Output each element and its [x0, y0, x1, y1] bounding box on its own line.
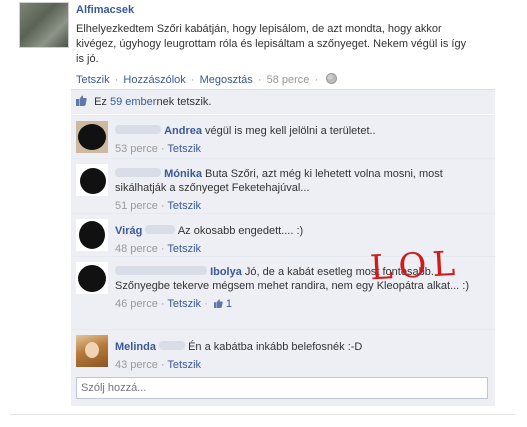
comment-author-link[interactable]: Virág: [115, 225, 142, 237]
comment-like-count[interactable]: 1: [226, 298, 232, 310]
comment-text: végül is meg kell jelölni a területet..: [205, 125, 376, 137]
comment-like-link[interactable]: Tetszik: [167, 359, 201, 371]
separator-dot: ·: [314, 74, 319, 86]
comment-meta: 43 perce · Tetszik: [115, 359, 202, 371]
post-like-link[interactable]: Tetszik: [76, 74, 110, 86]
comment-text: Én a kabátba inkább belefosnék :-D: [188, 341, 363, 353]
comment-input[interactable]: [77, 378, 485, 398]
comment-item: Mónika Buta Szőri, azt még ki lehetett v…: [71, 158, 495, 213]
comment-body: Mónika Buta Szőri, azt még ki lehetett v…: [115, 167, 485, 213]
separator-dot: ·: [114, 74, 119, 86]
comment-author-link[interactable]: Melinda: [115, 341, 156, 353]
comment-body: Melinda Én a kabátba inkább belefosnék :…: [115, 340, 485, 372]
likes-suffix: nek tetszik.: [156, 96, 212, 108]
comment-avatar[interactable]: [76, 262, 108, 294]
comment-avatar[interactable]: [76, 121, 108, 153]
likes-prefix: Ez: [94, 96, 107, 108]
reply-box: [76, 377, 488, 399]
globe-icon[interactable]: [326, 73, 338, 84]
comment-author-link[interactable]: Andrea: [164, 125, 202, 137]
comment-timestamp[interactable]: 43 perce: [115, 359, 158, 371]
post-actions: Tetszik · Hozzászólok · Megosztás · 58 p…: [76, 73, 476, 86]
post-body: Alfimacsek Elhelyezkedtem Szőri kabátján…: [76, 4, 476, 86]
bottom-divider: [10, 414, 515, 415]
comment-meta: 46 perce · Tetszik · 1: [115, 298, 232, 310]
comment-avatar[interactable]: [76, 219, 108, 251]
handwritten-annotation: LOL: [369, 243, 463, 289]
comment-meta: 53 perce · Tetszik: [115, 143, 202, 155]
comment-item: Andrea végül is meg kell jelölni a terül…: [71, 115, 495, 158]
post-timestamp[interactable]: 58 perce: [267, 74, 310, 86]
comment-timestamp[interactable]: 51 perce: [115, 200, 158, 212]
comment-body: Andrea végül is meg kell jelölni a terül…: [115, 124, 485, 156]
comment-meta: 51 perce · Tetszik: [115, 200, 202, 212]
comment-like-link[interactable]: Tetszik: [167, 243, 201, 255]
comment-timestamp[interactable]: 46 perce: [115, 298, 158, 310]
comment-like-link[interactable]: Tetszik: [167, 298, 201, 310]
likes-count-link[interactable]: 59 ember: [110, 96, 156, 108]
comment-author-link[interactable]: Ibolya: [210, 266, 242, 278]
comment-timestamp[interactable]: 53 perce: [115, 143, 158, 155]
post-comment-link[interactable]: Hozzászólok: [123, 74, 185, 86]
post-author-link[interactable]: Alfimacsek: [76, 4, 476, 16]
post-share-link[interactable]: Megosztás: [200, 74, 253, 86]
comment-timestamp[interactable]: 48 perce: [115, 243, 158, 255]
thumbs-up-icon: [213, 299, 223, 308]
likes-row: Ez 59 embernek tetszik.: [71, 90, 495, 115]
comment-like-link[interactable]: Tetszik: [167, 143, 201, 155]
post-text: Elhelyezkedtem Szőri kabátján, hogy lepi…: [76, 23, 467, 65]
thumbs-up-icon: [76, 95, 87, 106]
comment-avatar[interactable]: [76, 164, 108, 196]
separator-dot: ·: [257, 74, 262, 86]
comment-item: Melinda Én a kabátba inkább belefosnék :…: [71, 329, 495, 372]
comment-avatar[interactable]: [76, 335, 108, 367]
separator-dot: ·: [190, 74, 195, 86]
comment-like-link[interactable]: Tetszik: [167, 200, 201, 212]
comment-author-link[interactable]: Mónika: [164, 168, 202, 180]
comment-text: Az okosabb engedett.... :): [177, 225, 304, 237]
post-avatar[interactable]: [19, 2, 69, 48]
